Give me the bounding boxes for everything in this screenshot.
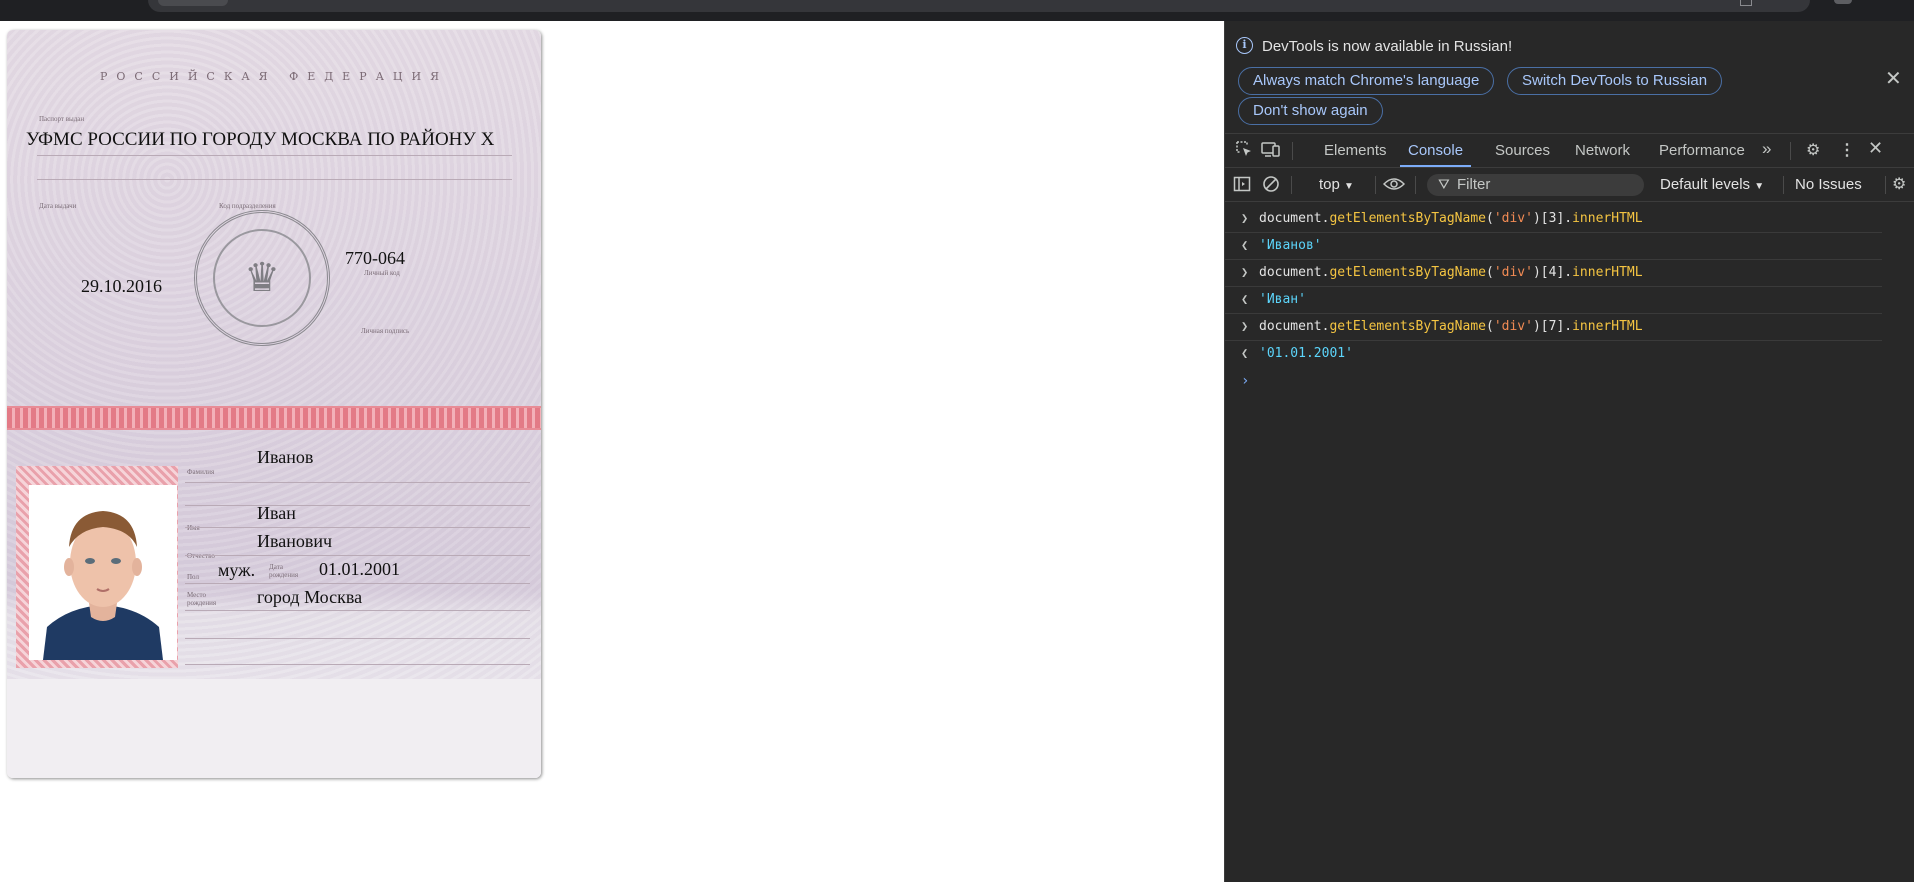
- console-toolbar: top ▼ ⛛ Filter Default levels ▼ No Issue…: [1225, 168, 1914, 202]
- tab-network[interactable]: Network: [1575, 134, 1630, 167]
- console-output-row[interactable]: ❮ 'Иван': [1225, 287, 1882, 314]
- log-levels-value: Default levels: [1660, 176, 1751, 193]
- signature-label: Личная подпись: [361, 327, 410, 335]
- clear-console-icon[interactable]: [1262, 175, 1280, 198]
- log-levels-dropdown[interactable]: Default levels ▼: [1660, 176, 1764, 193]
- issue-date-value: 29.10.2016: [81, 276, 162, 296]
- site-info-chip[interactable]: [158, 0, 228, 6]
- input-chevron-icon: ❯: [1241, 265, 1249, 279]
- console-input-row[interactable]: ❯ document.getElementsByTagName('div')[7…: [1225, 314, 1882, 341]
- tab-sources[interactable]: Sources: [1495, 134, 1550, 167]
- issued-by-value: УФМС РОССИИ ПО ГОРОДУ МОСКВА ПО РАЙОНУ Х: [26, 129, 495, 150]
- language-infobar: i DevTools is now available in Russian! …: [1225, 21, 1914, 133]
- input-chevron-icon: ❯: [1241, 319, 1249, 333]
- console-output-row[interactable]: ❮ 'Иванов': [1225, 233, 1882, 260]
- filter-placeholder: Filter: [1457, 176, 1491, 193]
- official-seal: ♛: [194, 210, 330, 346]
- tab-performance[interactable]: Performance: [1659, 134, 1745, 167]
- devtools-tabs-bar: Elements Console Sources Network Perform…: [1225, 133, 1914, 168]
- close-infobar-icon[interactable]: ✕: [1885, 66, 1902, 91]
- division-code-value: 770-064: [345, 248, 405, 268]
- surname-value: Иванов: [257, 447, 314, 467]
- tab-elements[interactable]: Elements: [1324, 134, 1387, 167]
- birth-place-label: Место рождения: [187, 591, 217, 607]
- context-selector[interactable]: top ▼: [1319, 176, 1354, 193]
- prompt-chevron-icon: ›: [1241, 373, 1250, 389]
- settings-gear-icon[interactable]: ⚙: [1806, 140, 1820, 160]
- live-expression-eye-icon[interactable]: [1382, 176, 1406, 197]
- console-input-row[interactable]: ❯ document.getElementsByTagName('div')[3…: [1225, 206, 1882, 233]
- input-chevron-icon: ❯: [1241, 211, 1249, 225]
- output-arrow-icon: ❮: [1241, 346, 1249, 360]
- info-icon: i: [1236, 37, 1253, 54]
- device-toolbar-icon[interactable]: [1261, 140, 1281, 163]
- inspect-element-icon[interactable]: [1235, 140, 1253, 163]
- issued-by-label: Паспорт выдан: [39, 115, 85, 123]
- console-settings-gear-icon[interactable]: ⚙: [1892, 174, 1906, 194]
- dont-show-again-button[interactable]: Don't show again: [1238, 97, 1383, 125]
- issues-counter[interactable]: No Issues: [1795, 176, 1862, 193]
- console-filter-input[interactable]: ⛛ Filter: [1427, 174, 1644, 196]
- kebab-menu-icon[interactable]: ⋮: [1839, 140, 1855, 160]
- bookmark-icon[interactable]: [1740, 0, 1752, 6]
- filter-funnel-icon: ⛛: [1438, 176, 1450, 192]
- devtools-panel: i DevTools is now available in Russian! …: [1224, 21, 1914, 882]
- name-label: Имя: [187, 524, 200, 532]
- address-bar[interactable]: [148, 0, 1810, 12]
- console-prompt[interactable]: ›: [1225, 368, 1882, 395]
- eagle-emblem-icon: ♛: [244, 256, 280, 300]
- context-value: top: [1319, 176, 1340, 193]
- issue-date-label: Дата выдачи: [39, 202, 77, 210]
- output-arrow-icon: ❮: [1241, 238, 1249, 252]
- switch-russian-button[interactable]: Switch DevTools to Russian: [1507, 67, 1723, 95]
- birth-date-value: 01.01.2001: [319, 559, 400, 579]
- console-output-row[interactable]: ❮ '01.01.2001': [1225, 341, 1882, 368]
- birth-place-value: город Москва: [257, 587, 363, 607]
- chevron-down-icon: ▼: [1754, 181, 1765, 192]
- tab-console[interactable]: Console: [1400, 134, 1472, 167]
- close-devtools-icon[interactable]: ✕: [1868, 138, 1883, 159]
- holder-photo: [29, 485, 177, 660]
- sex-label: Пол: [187, 573, 199, 581]
- chevron-down-icon: ▼: [1344, 181, 1354, 192]
- infobar-message: DevTools is now available in Russian!: [1262, 38, 1513, 55]
- name-value: Иван: [257, 503, 296, 523]
- browser-top-bar: [0, 0, 1914, 21]
- passport-scan: РОССИЙСКАЯ ФЕДЕРАЦИЯ Паспорт выдан УФМС …: [7, 30, 541, 778]
- match-language-button[interactable]: Always match Chrome's language: [1238, 67, 1495, 95]
- passport-blank-area: [7, 679, 541, 778]
- page-divider-band: [7, 406, 541, 430]
- sex-value: муж.: [218, 560, 256, 580]
- sidebar-toggle-icon[interactable]: [1233, 175, 1251, 198]
- output-arrow-icon: ❮: [1241, 292, 1249, 306]
- birth-date-label: Дата рождения: [269, 563, 299, 579]
- patronymic-label: Отчество: [187, 552, 215, 560]
- profile-avatar[interactable]: [1834, 0, 1852, 4]
- surname-label: Фамилия: [187, 468, 215, 476]
- patronymic-value: Иванович: [257, 531, 333, 551]
- personal-code-label: Личный код: [364, 269, 400, 277]
- page-viewport: РОССИЙСКАЯ ФЕДЕРАЦИЯ Паспорт выдан УФМС …: [0, 21, 1224, 882]
- division-code-label: Код подразделения: [219, 202, 276, 210]
- more-tabs-icon[interactable]: »: [1762, 139, 1771, 159]
- country-header: РОССИЙСКАЯ ФЕДЕРАЦИЯ: [99, 70, 448, 83]
- console-input-row[interactable]: ❯ document.getElementsByTagName('div')[4…: [1225, 260, 1882, 287]
